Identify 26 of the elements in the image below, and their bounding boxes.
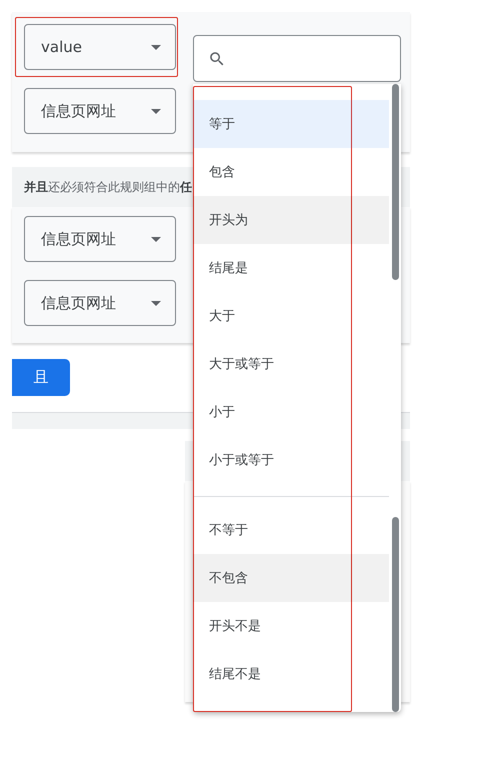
menu-item[interactable]: 等于 xyxy=(193,100,389,148)
rule-group-note: 并且还必须符合此规则组中的任 xyxy=(24,178,192,196)
caret-icon xyxy=(151,108,161,114)
menu-item[interactable]: 小于 xyxy=(193,388,389,436)
menu-item[interactable]: 结尾不是 xyxy=(193,650,389,698)
search-icon xyxy=(208,50,226,68)
dropdown[interactable]: 信息页网址 xyxy=(24,216,176,262)
menu-item[interactable]: 结尾是 xyxy=(193,244,389,292)
caret-icon xyxy=(151,300,161,306)
caret-icon xyxy=(151,236,161,242)
caret-icon xyxy=(151,44,161,50)
menu-item[interactable]: 开头不是 xyxy=(193,602,389,650)
menu-item[interactable]: 大于或等于 xyxy=(193,340,389,388)
and-button[interactable]: 且 xyxy=(12,359,70,396)
dropdown[interactable]: value xyxy=(24,24,176,70)
scrollbar-thumb[interactable] xyxy=(392,84,399,280)
search-field[interactable] xyxy=(193,35,401,82)
dropdown[interactable]: 信息页网址 xyxy=(24,88,176,134)
menu-item[interactable]: 包含 xyxy=(193,148,389,196)
scrollbar-thumb[interactable] xyxy=(392,517,399,712)
menu-item[interactable]: 小于或等于 xyxy=(193,436,389,484)
menu-item[interactable]: 大于 xyxy=(193,292,389,340)
menu-item[interactable]: 不等于 xyxy=(193,506,389,554)
menu-item[interactable]: 不包含 xyxy=(193,554,389,602)
dropdown[interactable]: 信息页网址 xyxy=(24,280,176,326)
menu-item[interactable]: 开头为 xyxy=(193,196,389,244)
